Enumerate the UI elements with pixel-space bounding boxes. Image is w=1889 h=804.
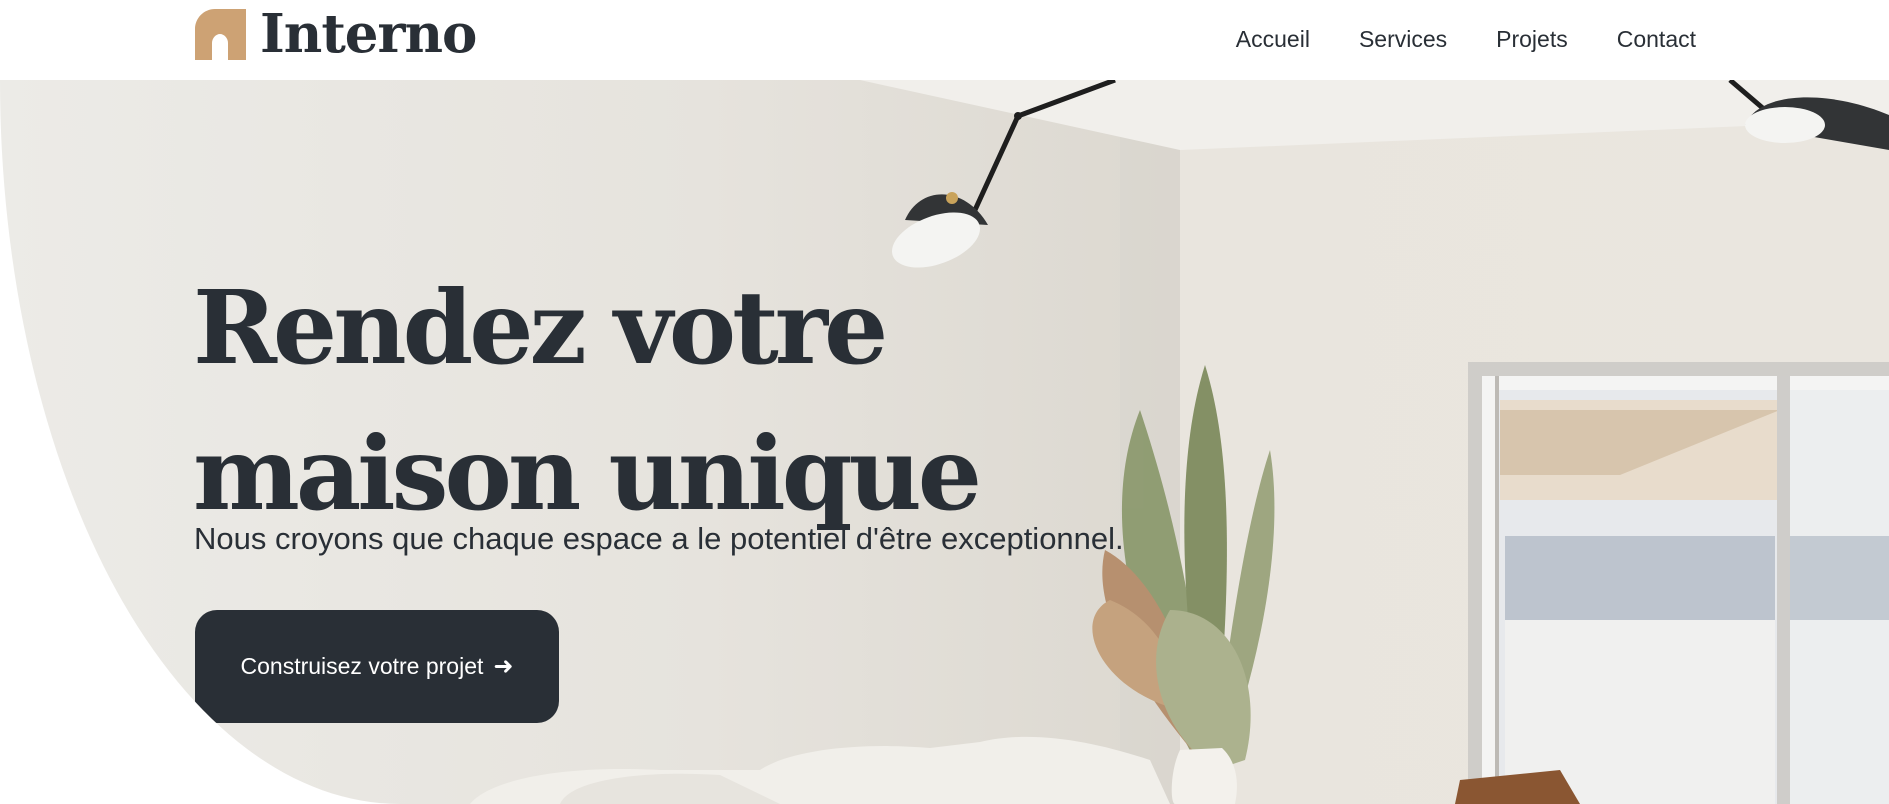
hero-title: Rendez votre maison unique [193, 255, 1093, 547]
nav-item-projets[interactable]: Projets [1496, 22, 1568, 56]
logo-icon [195, 8, 246, 60]
logo-text: Interno [260, 2, 477, 65]
build-project-button[interactable]: Construisez votre projet ➜ [195, 610, 559, 723]
hero-title-line-1: Rendez votre [193, 268, 888, 387]
nav-item-contact[interactable]: Contact [1617, 22, 1696, 56]
hero-subtitle: Nous croyons que chaque espace a le pote… [194, 521, 1124, 556]
nav-item-accueil[interactable]: Accueil [1236, 22, 1310, 56]
arrow-right-icon: ➜ [493, 653, 514, 680]
hero-section: Rendez votre maison unique Nous croyons … [0, 80, 1889, 804]
main-nav: Accueil Services Projets Contact [1187, 22, 1696, 56]
build-project-button-label: Construisez votre projet [240, 653, 484, 679]
nav-item-services[interactable]: Services [1359, 22, 1447, 56]
site-header: Interno Accueil Services Projets Contact [0, 0, 1889, 80]
logo[interactable]: Interno [195, 2, 477, 65]
